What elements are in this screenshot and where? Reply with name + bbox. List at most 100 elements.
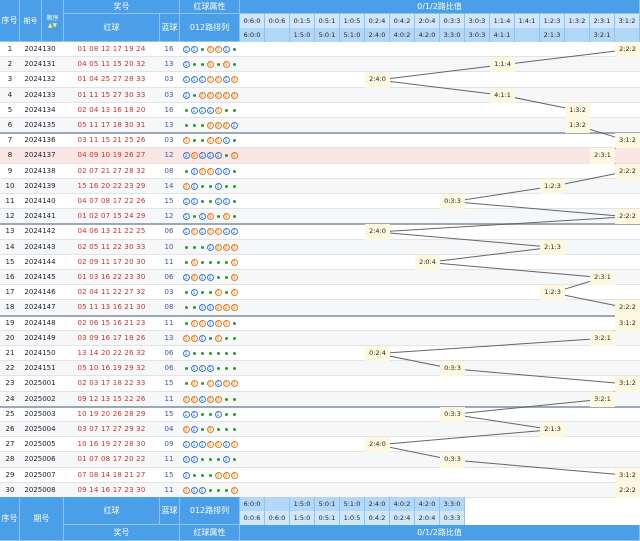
row-red-numbers: 02 04 13 16 18 20 bbox=[77, 105, 146, 114]
header-order-toggle[interactable]: 顺序 ▲▼ bbox=[42, 0, 64, 42]
group-separator bbox=[0, 314, 640, 317]
ratio-header-top-11: 1:4:1 bbox=[515, 14, 540, 28]
table-row[interactable]: 23 2025001 02 03 17 18 22 33 15 0 0 1 0 0 bbox=[0, 376, 640, 392]
route-1-icon: 1 bbox=[190, 486, 198, 494]
table-row[interactable]: 5 2024134 02 04 13 16 18 20 16 1 1 1 0 bbox=[0, 102, 640, 118]
row-blue-number: 06 bbox=[164, 227, 174, 236]
route-1-icon: 1 bbox=[198, 106, 206, 114]
row-red-numbers: 02 05 11 22 30 33 bbox=[77, 242, 146, 251]
row-012-pattern: 100000 bbox=[180, 88, 240, 103]
row-seq: 27 bbox=[5, 440, 15, 449]
table-row[interactable]: 7 2024136 03 11 15 21 25 26 03 0 0 0 1 bbox=[0, 133, 640, 149]
table-row[interactable]: 3 2024132 01 04 25 27 28 33 03 1 1 1 0 0 1 0 bbox=[0, 72, 640, 88]
row-period: 2024144 bbox=[24, 257, 56, 266]
route-1-icon: 1 bbox=[214, 380, 222, 388]
table-row[interactable]: 12 2024141 01 02 07 15 24 29 12 1 1 0 0 bbox=[0, 209, 640, 225]
table-row[interactable]: 18 2024147 05 11 13 16 21 30 08 1 1 0 0 0 bbox=[0, 300, 640, 316]
ratio-header-bottom-9: 3:0:3 bbox=[465, 28, 490, 42]
row-012-pattern: 1110010 bbox=[180, 437, 240, 452]
route-1-icon: 1 bbox=[206, 152, 214, 160]
row-blue-number: 13 bbox=[164, 121, 174, 129]
row-012-pattern: 10110 bbox=[180, 270, 240, 285]
route-2-icon bbox=[232, 458, 236, 462]
route-1-icon: 1 bbox=[190, 289, 198, 297]
table-row[interactable]: 30 2025008 09 14 16 17 23 30 11 0 1 1 0 bbox=[0, 482, 640, 498]
row-seq: 26 bbox=[5, 425, 15, 433]
route-2-icon bbox=[208, 473, 212, 477]
row-red-numbers: 05 11 17 18 30 31 bbox=[77, 121, 146, 129]
route-1-icon: 1 bbox=[206, 243, 214, 251]
ratio-header-top-6: 0:4:2 bbox=[390, 14, 415, 28]
row-blue-number: 15 bbox=[164, 197, 174, 205]
table-row[interactable]: 24 2025002 09 12 13 15 22 26 11 0 0 1 0 0 bbox=[0, 391, 640, 407]
ratio-header-bottom-12: 2:1:3 bbox=[540, 28, 565, 42]
route-1-icon: 1 bbox=[190, 456, 198, 464]
ratio-marker: 3:1:2 bbox=[615, 315, 640, 331]
route-1-icon: 1 bbox=[222, 46, 230, 54]
table-row[interactable]: 19 2024148 02 06 15 16 21 23 11 0 0 1 0 0 bbox=[0, 315, 640, 331]
ratio-marker: 2:0:4 bbox=[415, 254, 440, 270]
table-row[interactable]: 16 2024145 01 03 16 22 23 30 06 1 0 1 1 0 bbox=[0, 270, 640, 286]
route-1-icon: 1 bbox=[182, 228, 190, 236]
ratio-header-top-0: 0:6:0 bbox=[240, 14, 265, 28]
row-blue-number: 03 bbox=[164, 136, 174, 145]
table-row[interactable]: 13 2024142 04 06 13 21 22 25 06 1 0 1 0 0 1 1 bbox=[0, 224, 640, 240]
row-blue-number: 03 bbox=[164, 75, 174, 84]
row-seq: 12 bbox=[5, 212, 15, 221]
route-0-icon: 0 bbox=[182, 395, 190, 403]
route-0-icon: 0 bbox=[182, 137, 190, 145]
route-1-icon: 1 bbox=[198, 228, 206, 236]
table-row[interactable]: 21 2024150 13 14 20 22 26 32 06 1 bbox=[0, 346, 640, 362]
row-red-numbers: 01 11 15 27 30 33 bbox=[77, 90, 146, 99]
route-0-icon: 0 bbox=[214, 76, 222, 84]
row-red-numbers: 09 12 13 15 22 26 bbox=[77, 394, 146, 403]
route-2-icon bbox=[184, 321, 188, 325]
header-period[interactable]: 期号 bbox=[20, 0, 42, 42]
table-row[interactable]: 6 2024135 05 11 17 18 30 31 13 0 0 0 1 bbox=[0, 118, 640, 134]
ratio-header-top-3: 0:5:1 bbox=[315, 14, 340, 28]
route-1-icon: 1 bbox=[222, 198, 230, 206]
table-row[interactable]: 2 2024131 04 05 11 15 20 32 13 1 0 0 bbox=[0, 57, 640, 73]
table-row[interactable]: 11 2024140 04 07 08 17 22 26 15 1 1 1 1 bbox=[0, 194, 640, 210]
table-row[interactable]: 28 2025006 01 07 08 17 20 22 11 1 1 1 bbox=[0, 452, 640, 468]
row-seq: 23 bbox=[5, 379, 15, 388]
row-period: 2024137 bbox=[24, 151, 56, 160]
table-row[interactable]: 27 2025005 10 16 19 27 28 30 09 1 1 1 0 0 1 0 bbox=[0, 437, 640, 453]
table-row[interactable]: 25 2025003 10 19 20 26 28 29 15 1 1 1 bbox=[0, 406, 640, 422]
row-blue-number: 12 bbox=[164, 151, 174, 160]
table-row[interactable]: 9 2024138 02 07 21 27 28 32 08 1 0 0 1 1 bbox=[0, 163, 640, 179]
row-seq: 15 bbox=[5, 257, 15, 266]
route-1-icon: 1 bbox=[198, 441, 206, 449]
table-row[interactable]: 22 2024151 05 10 16 19 29 32 06 1 1 1 bbox=[0, 361, 640, 377]
route-2-icon bbox=[232, 352, 236, 356]
ratio-header-bottom-4: 5:1:0 bbox=[340, 28, 365, 42]
row-seq: 16 bbox=[5, 273, 15, 281]
table-row[interactable]: 20 2024149 03 09 16 17 18 26 13 0 0 1 0 bbox=[0, 330, 640, 346]
route-0-icon: 0 bbox=[230, 274, 238, 282]
route-0-icon: 0 bbox=[230, 486, 238, 494]
table-row[interactable]: 8 2024137 04 09 10 19 26 27 12 1 0 1 1 1 0 bbox=[0, 148, 640, 164]
ratio-footer-bottom-3: 0:5:1 bbox=[315, 511, 340, 525]
table-row[interactable]: 15 2024144 02 09 11 17 20 30 11 0 0 bbox=[0, 254, 640, 270]
row-012-pattern: 1010011 bbox=[180, 224, 240, 239]
row-period: 2025006 bbox=[24, 455, 56, 464]
route-2-icon bbox=[200, 124, 204, 128]
row-red-numbers: 01 04 25 27 28 33 bbox=[77, 75, 146, 84]
route-1-icon: 1 bbox=[198, 213, 206, 221]
route-1-icon: 1 bbox=[182, 350, 190, 358]
route-1-icon: 1 bbox=[182, 152, 190, 160]
row-blue-number: 12 bbox=[164, 212, 174, 221]
table-row[interactable]: 4 2024133 01 11 15 27 30 33 03 1 0 0 0 0 0 bbox=[0, 87, 640, 103]
table-row[interactable]: 29 2025007 07 08 14 18 21 27 15 1 0 0 0 bbox=[0, 467, 640, 483]
table-row[interactable]: 1 2024130 01 08 12 17 19 24 16 1 1 0 0 1 bbox=[0, 42, 640, 58]
route-1-icon: 1 bbox=[198, 365, 206, 373]
row-seq: 28 bbox=[5, 455, 15, 464]
route-0-icon: 0 bbox=[222, 304, 230, 312]
route-0-icon: 0 bbox=[206, 61, 214, 69]
row-blue-number: 16 bbox=[164, 45, 174, 53]
ratio-header-bottom-10: 4:1:1 bbox=[490, 28, 515, 42]
route-1-icon: 1 bbox=[198, 274, 206, 282]
row-blue-number: 08 bbox=[164, 303, 174, 312]
ratio-header-bottom-7: 4:2:0 bbox=[415, 28, 440, 42]
route-0-icon: 0 bbox=[214, 289, 222, 297]
